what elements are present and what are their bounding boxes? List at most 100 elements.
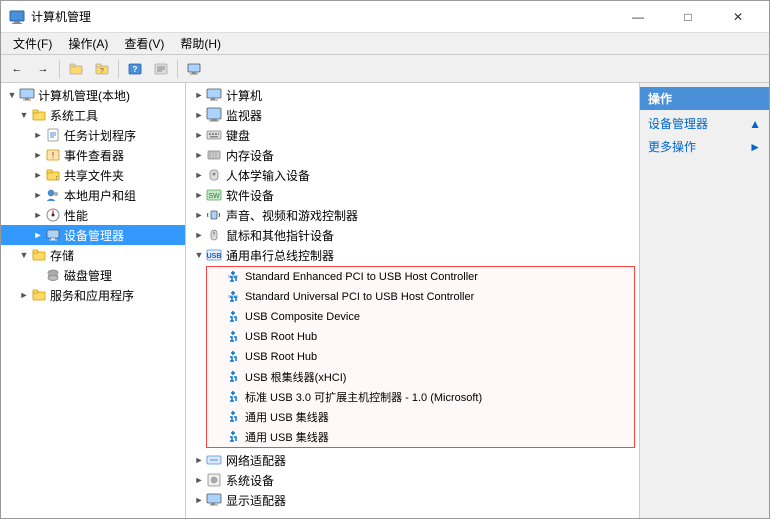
tasks-expand[interactable]: ► [31, 128, 45, 142]
action-more-arrow: ► [749, 140, 761, 154]
usb-universal-icon [225, 289, 241, 305]
storage-expand[interactable]: ▼ [17, 248, 31, 262]
monitor-expand[interactable]: ► [192, 108, 206, 122]
svg-text:?: ? [100, 68, 104, 75]
action-device-manager[interactable]: 设备管理器 ▲ [640, 112, 769, 135]
device-usb-hub-2[interactable]: 通用 USB 集线器 [207, 427, 634, 447]
hid-expand[interactable]: ► [192, 168, 206, 182]
memory-expand[interactable]: ► [192, 148, 206, 162]
tree-item-tasks[interactable]: ► 任务计划程序 [1, 125, 185, 145]
properties-button[interactable] [149, 58, 173, 80]
system-expand[interactable]: ► [192, 473, 206, 487]
device-mouse[interactable]: ► 鼠标和其他指针设备 [186, 225, 639, 245]
tree-item-storage[interactable]: ▼ 存储 [1, 245, 185, 265]
users-expand[interactable]: ► [31, 188, 45, 202]
audio-device-icon [206, 207, 222, 223]
mouse-expand[interactable]: ► [192, 228, 206, 242]
svg-text:SW: SW [208, 193, 220, 200]
device-usb-hub-1[interactable]: 通用 USB 集线器 [207, 407, 634, 427]
display-expand[interactable]: ► [192, 493, 206, 507]
device-usb-universal[interactable]: Standard Universal PCI to USB Host Contr… [207, 287, 634, 307]
tree-item-disk[interactable]: 磁盘管理 [1, 265, 185, 285]
toolbar-separator-2 [118, 60, 119, 78]
usb-root-icon: USB [206, 247, 222, 263]
usb-xhci-label: USB 根集线器(xHCI) [245, 369, 346, 385]
software-expand[interactable]: ► [192, 188, 206, 202]
menu-file[interactable]: 文件(F) [5, 33, 60, 54]
tree-item-system-tools[interactable]: ▼ 系统工具 [1, 105, 185, 125]
tree-item-services[interactable]: ► 服务和应用程序 [1, 285, 185, 305]
usb-root-hub2-label: USB Root Hub [245, 351, 317, 363]
computer-expand[interactable]: ► [192, 88, 206, 102]
services-label: 服务和应用程序 [50, 287, 134, 304]
usb-expand[interactable]: ▼ [192, 248, 206, 262]
tree-item-users[interactable]: ► 本地用户和组 [1, 185, 185, 205]
computer-button[interactable] [182, 58, 206, 80]
perf-label: 性能 [64, 207, 88, 224]
root-expand-icon[interactable]: ▼ [5, 88, 19, 102]
device-network[interactable]: ► 网络适配器 [186, 450, 639, 470]
device-memory[interactable]: ► 内存设备 [186, 145, 639, 165]
menu-view[interactable]: 查看(V) [116, 33, 172, 54]
folder-button[interactable]: ? [90, 58, 114, 80]
device-usb-root-hub-1[interactable]: USB Root Hub [207, 327, 634, 347]
keyboard-device-icon [206, 127, 222, 143]
back-button[interactable]: ← [5, 58, 29, 80]
events-expand[interactable]: ► [31, 148, 45, 162]
storage-label: 存储 [50, 247, 74, 264]
device-usb-enhanced[interactable]: Standard Enhanced PCI to USB Host Contro… [207, 267, 634, 287]
usb-hub2-label: 通用 USB 集线器 [245, 429, 329, 445]
xhci-expand [211, 370, 225, 384]
tree-item-perf[interactable]: ► 性能 [1, 205, 185, 225]
device-usb-xhci[interactable]: USB 根集线器(xHCI) [207, 367, 634, 387]
hub1-expand [211, 410, 225, 424]
device-usb-root[interactable]: ▼ USB 通用串行总线控制器 [186, 245, 639, 265]
usb-highlighted-group: Standard Enhanced PCI to USB Host Contro… [206, 266, 635, 448]
device-expand[interactable]: ► [31, 228, 45, 242]
services-expand[interactable]: ► [17, 288, 31, 302]
device-usb-root-hub-2[interactable]: USB Root Hub [207, 347, 634, 367]
usb-hub1-label: 通用 USB 集线器 [245, 409, 329, 425]
tree-item-events[interactable]: ► ! 事件查看器 [1, 145, 185, 165]
menu-action[interactable]: 操作(A) [60, 33, 116, 54]
up-button[interactable] [64, 58, 88, 80]
help-button[interactable]: ? [123, 58, 147, 80]
actions-title: 操作 [640, 87, 769, 110]
tree-item-shared[interactable]: ► ↑ 共享文件夹 [1, 165, 185, 185]
app-icon [9, 9, 25, 25]
audio-expand[interactable]: ► [192, 208, 206, 222]
minimize-button[interactable]: — [615, 3, 661, 31]
main-window: 计算机管理 — □ ✕ 文件(F) 操作(A) 查看(V) 帮助(H) ← → … [0, 0, 770, 519]
network-expand[interactable]: ► [192, 453, 206, 467]
device-audio[interactable]: ► 声音、视频和游戏控制器 [186, 205, 639, 225]
system-tools-expand[interactable]: ▼ [17, 108, 31, 122]
device-system[interactable]: ► 系统设备 [186, 470, 639, 490]
menu-help[interactable]: 帮助(H) [172, 33, 229, 54]
action-more[interactable]: 更多操作 ► [640, 135, 769, 158]
maximize-button[interactable]: □ [665, 3, 711, 31]
tree-item-device-manager[interactable]: ► 设备管理器 [1, 225, 185, 245]
device-keyboard[interactable]: ► 键盘 [186, 125, 639, 145]
display-device-label: 显示适配器 [226, 492, 286, 509]
forward-button[interactable]: → [31, 58, 55, 80]
device-software[interactable]: ► SW 软件设备 [186, 185, 639, 205]
computer-icon [19, 87, 35, 103]
center-panel: ► 计算机 ► [186, 83, 639, 518]
action-more-label: 更多操作 [648, 138, 696, 155]
root-hub1-expand [211, 330, 225, 344]
device-computer[interactable]: ► 计算机 [186, 85, 639, 105]
device-display[interactable]: ► 显示适配器 [186, 490, 639, 510]
device-monitor[interactable]: ► 监视器 [186, 105, 639, 125]
device-manager-label: 设备管理器 [64, 227, 124, 244]
keyboard-expand[interactable]: ► [192, 128, 206, 142]
close-button[interactable]: ✕ [715, 3, 761, 31]
usb-root-hub1-label: USB Root Hub [245, 331, 317, 343]
shared-expand[interactable]: ► [31, 168, 45, 182]
tree-root[interactable]: ▼ 计算机管理(本地) [1, 85, 185, 105]
perf-expand[interactable]: ► [31, 208, 45, 222]
device-usb-30[interactable]: 标准 USB 3.0 可扩展主机控制器 - 1.0 (Microsoft) [207, 387, 634, 407]
toolbar: ← → ? ? [1, 55, 769, 83]
device-usb-composite[interactable]: USB Composite Device [207, 307, 634, 327]
device-hid[interactable]: ► 人体学输入设备 [186, 165, 639, 185]
composite-expand [211, 310, 225, 324]
